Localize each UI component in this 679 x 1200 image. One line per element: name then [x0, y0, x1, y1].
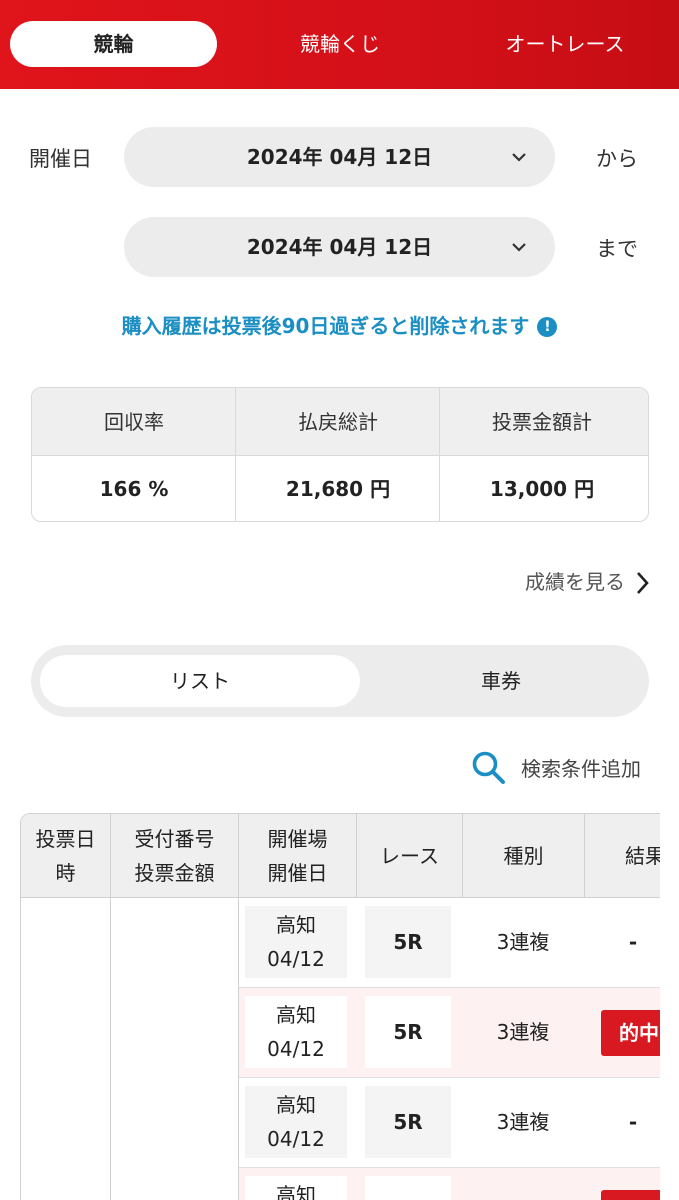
deletion-notice: 購入履歴は投票後90日過ぎると削除されます!: [0, 310, 679, 339]
date-label: 開催日: [29, 147, 92, 171]
bet-total-value: 13,000 円: [489, 477, 595, 501]
result-cell: -: [628, 930, 638, 954]
see-results-label: 成績を見る: [525, 570, 625, 594]
top-nav: 競輪 競輪くじ オートレース: [0, 0, 679, 89]
tab-keirin-kuji[interactable]: 競輪くじ: [250, 21, 430, 67]
to-suffix: まで: [596, 237, 638, 261]
race-cell: 5R: [365, 996, 451, 1068]
summary-header: 回収率: [104, 410, 164, 434]
summary-header-row: 回収率 払戻総計 投票金額計: [32, 388, 648, 456]
from-date-value: 2024年 04月 12日: [246, 145, 433, 169]
chevron-down-icon: [512, 243, 526, 252]
chevron-right-icon: [637, 572, 649, 594]
to-date-select[interactable]: 2024年 04月 12日: [124, 217, 555, 277]
add-search-condition[interactable]: 検索条件追加: [471, 750, 641, 786]
info-icon[interactable]: !: [537, 317, 558, 337]
table-row[interactable]: 高知 04/12 5R 3連複 -: [239, 1078, 660, 1168]
from-date-select[interactable]: 2024年 04月 12日: [124, 127, 555, 187]
th-receipt-amount: 受付番号 投票金額: [111, 814, 239, 898]
divider: [439, 388, 440, 521]
col-divider: [110, 898, 111, 1200]
race-cell: [365, 1176, 451, 1200]
to-date-value: 2024年 04月 12日: [246, 235, 433, 259]
result-cell: -: [628, 1110, 638, 1134]
payout-total-value: 21,680 円: [285, 477, 391, 501]
type-cell: 3連複: [496, 930, 550, 954]
chevron-down-icon: [512, 153, 526, 162]
race-cell: 5R: [365, 906, 451, 978]
th-venue-date: 開催場 開催日: [239, 814, 357, 898]
table-row[interactable]: 高知 04/12 5R 3連複 -: [239, 898, 660, 988]
summary-header: 投票金額計: [492, 410, 592, 434]
th-result: 結果: [625, 844, 660, 868]
th-type: 種別: [463, 814, 585, 898]
toggle-list[interactable]: リスト: [40, 655, 360, 707]
type-cell: 3連複: [496, 1110, 550, 1134]
summary-table: 回収率 払戻総計 投票金額計 166 % 21,680 円 13,000 円: [31, 387, 649, 522]
tab-keirin[interactable]: 競輪: [10, 21, 217, 67]
return-rate-value: 166 %: [99, 477, 169, 501]
search-icon: [472, 751, 505, 784]
summary-header: 払戻総計: [298, 410, 378, 434]
th-race: レース: [357, 814, 463, 898]
view-toggle: リスト 車券: [31, 645, 649, 717]
venue-cell: 高知 04/12: [245, 906, 347, 978]
tab-autorace[interactable]: オートレース: [480, 21, 650, 67]
notice-text: 購入履歴は投票後90日過ぎると削除されます: [121, 314, 530, 338]
venue-cell: 高知 04/12: [245, 996, 347, 1068]
see-results-link[interactable]: 成績を見る: [525, 566, 649, 595]
venue-cell: 高知: [245, 1176, 347, 1200]
race-cell: 5R: [365, 1086, 451, 1158]
toggle-ticket[interactable]: 車券: [361, 655, 641, 707]
table-row[interactable]: 高知 04/12 5R 3連複 的中: [239, 988, 660, 1078]
divider: [235, 388, 236, 521]
venue-cell: 高知 04/12: [245, 1086, 347, 1158]
th-vote-datetime: 投票日時: [21, 814, 111, 898]
history-table: 投票日時 受付番号投票金額 開催場開催日 レース 種別 結果 高知04/12 5…: [20, 813, 660, 1200]
table-row[interactable]: 高知: [239, 1168, 660, 1200]
hit-badge: 的中: [601, 1010, 660, 1056]
hit-badge: [601, 1190, 660, 1200]
table-header: 投票日時 受付番号投票金額 開催場開催日 レース 種別 結果: [21, 814, 660, 898]
search-label: 検索条件追加: [521, 757, 641, 781]
type-cell: 3連複: [496, 1020, 550, 1044]
from-suffix: から: [596, 147, 638, 171]
